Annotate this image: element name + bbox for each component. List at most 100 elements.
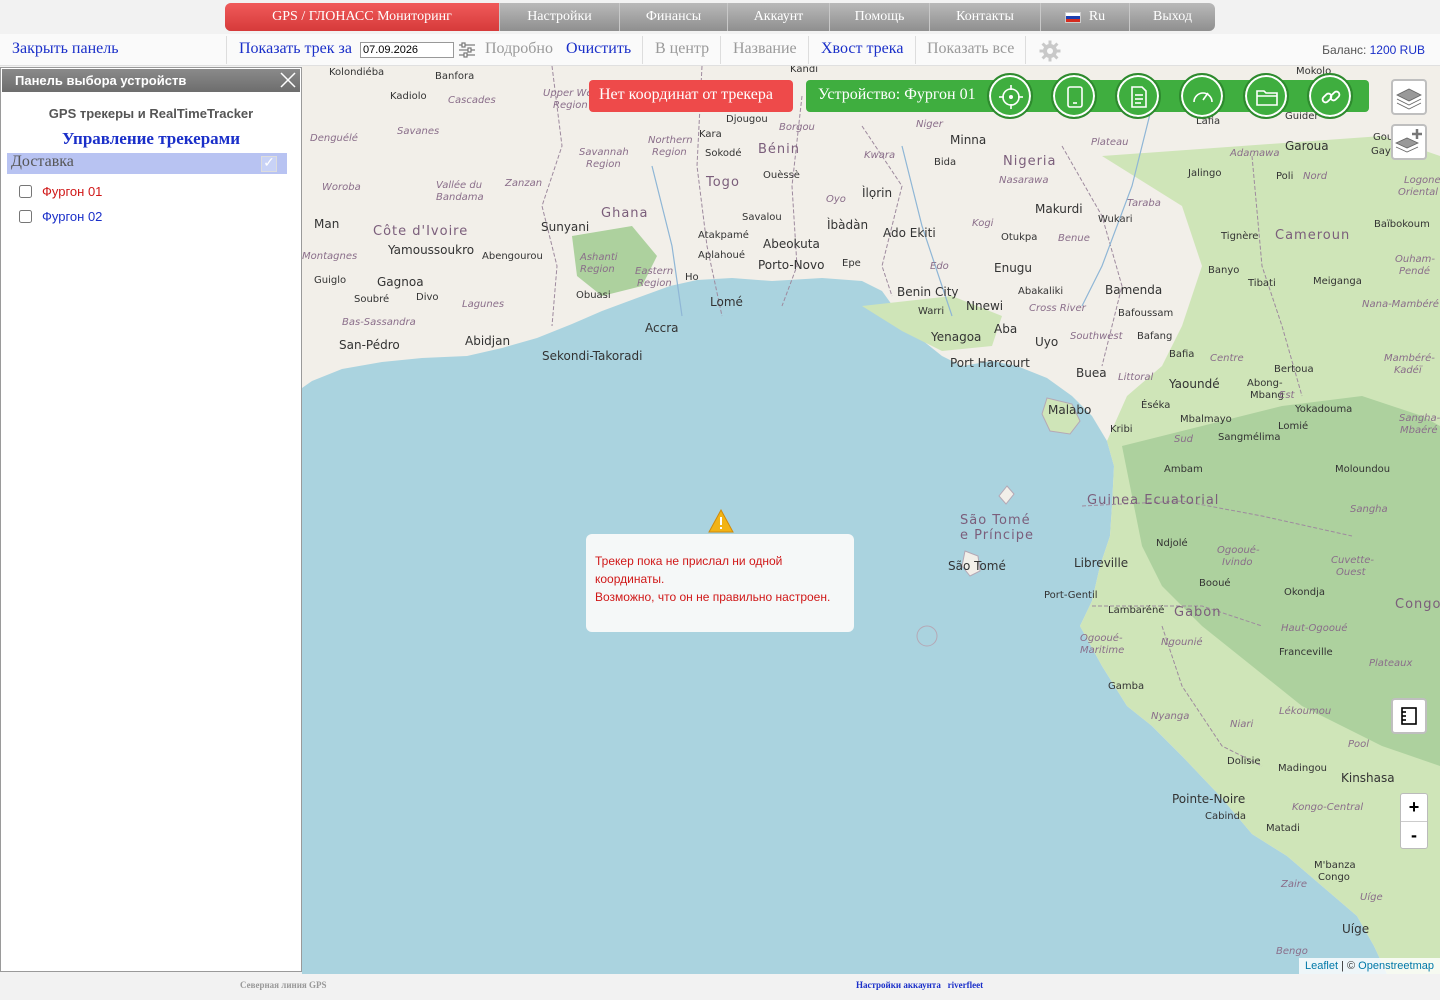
map-label: Ouham- bbox=[1395, 254, 1436, 265]
russia-flag-icon bbox=[1064, 11, 1081, 23]
map-label: Kadiolo bbox=[390, 91, 427, 102]
map-label: Haut-Ogooué bbox=[1281, 623, 1348, 634]
account-settings-link[interactable]: Настройки аккаунта bbox=[856, 980, 941, 990]
share-link-button[interactable] bbox=[1307, 73, 1353, 119]
speed-button[interactable] bbox=[1179, 73, 1225, 119]
group-checkbox[interactable]: ✓ bbox=[261, 156, 277, 172]
ruler-icon bbox=[1401, 707, 1417, 725]
map-label: Ambam bbox=[1164, 464, 1203, 475]
track-tail-link[interactable]: Хвост трека bbox=[821, 40, 903, 58]
folder-button[interactable] bbox=[1243, 73, 1289, 119]
map-label: Yaoundé bbox=[1169, 377, 1220, 391]
device-panel: Панель выбора устройств GPS трекеры и Re… bbox=[0, 67, 302, 972]
map-label: Makurdi bbox=[1035, 202, 1083, 216]
divider bbox=[720, 36, 721, 64]
close-icon[interactable] bbox=[279, 71, 297, 89]
zoom-control: + - bbox=[1400, 793, 1428, 849]
nav-monitoring[interactable]: GPS / ГЛОНАСС Мониторинг bbox=[225, 3, 500, 31]
map-label: Éséka bbox=[1141, 400, 1171, 411]
zoom-out-button[interactable]: - bbox=[1401, 822, 1427, 850]
center-link[interactable]: В центр bbox=[655, 40, 709, 58]
nav-language[interactable]: Ru bbox=[1041, 3, 1130, 31]
map-label: Ìlọrin bbox=[862, 186, 893, 200]
map-label: Uyo bbox=[1035, 335, 1059, 349]
ruler-button[interactable] bbox=[1391, 698, 1427, 734]
map-label: Ndjolé bbox=[1156, 538, 1188, 549]
map-label: Nasarawa bbox=[999, 175, 1049, 186]
details-link[interactable]: Подробно bbox=[485, 40, 553, 58]
map-label: Aplahoué bbox=[698, 250, 746, 261]
nav-account[interactable]: Аккаунт bbox=[728, 3, 830, 31]
device-name[interactable]: Фургон 02 bbox=[42, 209, 102, 224]
account-username[interactable]: riverfleet bbox=[948, 980, 983, 990]
map-label: Matadi bbox=[1266, 823, 1300, 834]
divider bbox=[1025, 36, 1026, 64]
map-label: Woroba bbox=[322, 182, 361, 193]
map-label: Divo bbox=[416, 292, 439, 303]
nav-logout[interactable]: Выход bbox=[1130, 3, 1215, 31]
device-row[interactable]: Фургон 02 bbox=[19, 204, 301, 229]
map[interactable]: Kolondiéba Banfora Kadiolo Cascades Sava… bbox=[302, 66, 1440, 974]
attribution-separator: | © bbox=[1341, 960, 1356, 972]
layers-button[interactable] bbox=[1391, 79, 1427, 115]
map-label: Man bbox=[314, 217, 340, 231]
map-label: Savannah bbox=[579, 147, 629, 158]
map-label: Jalingo bbox=[1188, 168, 1222, 179]
openstreetmap-link[interactable]: Openstreetmap bbox=[1358, 960, 1434, 972]
report-button[interactable] bbox=[1115, 73, 1161, 119]
message-line: Возможно, что он не правильно настроен. bbox=[595, 590, 831, 604]
nav-help[interactable]: Помощь bbox=[830, 3, 930, 31]
device-row[interactable]: Фургон 01 bbox=[19, 179, 301, 204]
map-label: Cabinda bbox=[1205, 811, 1247, 822]
nav-contacts[interactable]: Контакты bbox=[930, 3, 1041, 31]
map-label: Mbalmayo bbox=[1180, 414, 1232, 425]
map-label: Guiglo bbox=[314, 275, 347, 286]
show-all-link[interactable]: Показать все bbox=[927, 40, 1014, 58]
map-label: Zaire bbox=[1281, 879, 1308, 890]
map-label: Sunyani bbox=[541, 220, 590, 234]
map-label: Pendé bbox=[1399, 266, 1431, 277]
map-label: Yenagoa bbox=[931, 330, 982, 344]
add-layer-button[interactable] bbox=[1391, 124, 1427, 160]
map-label: Ivindo bbox=[1222, 557, 1253, 568]
map-label: Port-Gentil bbox=[1044, 590, 1098, 601]
map-label: Mambéré- bbox=[1384, 353, 1435, 364]
map-label: Dolisie bbox=[1227, 756, 1261, 767]
device-checkbox[interactable] bbox=[19, 185, 32, 198]
map-label: Bafia bbox=[1169, 349, 1195, 360]
zoom-in-button[interactable]: + bbox=[1401, 794, 1427, 822]
map-label: Guinea Ecuatorial bbox=[1087, 493, 1220, 508]
nav-settings[interactable]: Настройки bbox=[500, 3, 620, 31]
device-checkbox[interactable] bbox=[19, 210, 32, 223]
tracker-management-link[interactable]: Управление трекерами bbox=[1, 129, 301, 149]
map-label: Kandi bbox=[790, 66, 818, 75]
clear-link[interactable]: Очистить bbox=[566, 40, 631, 58]
balance-label: Баланс: bbox=[1322, 43, 1367, 57]
map-label: Bandama bbox=[436, 192, 484, 203]
map-label: Borgou bbox=[779, 122, 815, 133]
device-info-button[interactable] bbox=[1051, 73, 1097, 119]
group-row[interactable]: Доставка ✓ bbox=[7, 153, 287, 174]
nav-finance[interactable]: Финансы bbox=[620, 3, 728, 31]
main-nav: GPS / ГЛОНАСС Мониторинг Настройки Финан… bbox=[225, 3, 1215, 31]
panel-subtitle: GPS трекеры и RealTimeTracker bbox=[48, 106, 254, 121]
sliders-icon[interactable] bbox=[458, 42, 476, 63]
track-date-input[interactable] bbox=[360, 42, 454, 58]
map-label: Littoral bbox=[1118, 372, 1154, 383]
map-label: Tignère bbox=[1221, 231, 1259, 242]
balance-value[interactable]: 1200 RUB bbox=[1370, 43, 1425, 57]
map-label: Denguélé bbox=[310, 133, 358, 144]
device-name[interactable]: Фургон 01 bbox=[42, 184, 102, 199]
locate-button[interactable] bbox=[987, 73, 1033, 119]
close-panel-link[interactable]: Закрыть панель bbox=[12, 40, 119, 58]
map-label: Lagunes bbox=[462, 299, 505, 310]
leaflet-link[interactable]: Leaflet bbox=[1305, 960, 1338, 972]
gear-icon[interactable] bbox=[1039, 40, 1061, 67]
panel-header: Панель выбора устройств bbox=[2, 69, 300, 92]
name-link[interactable]: Название bbox=[733, 40, 797, 58]
map-label: Booué bbox=[1199, 578, 1231, 589]
divider bbox=[642, 36, 643, 64]
map-label: Cameroun bbox=[1275, 228, 1351, 243]
show-track-link[interactable]: Показать трек за bbox=[239, 40, 352, 58]
map-label: Region bbox=[637, 278, 672, 289]
